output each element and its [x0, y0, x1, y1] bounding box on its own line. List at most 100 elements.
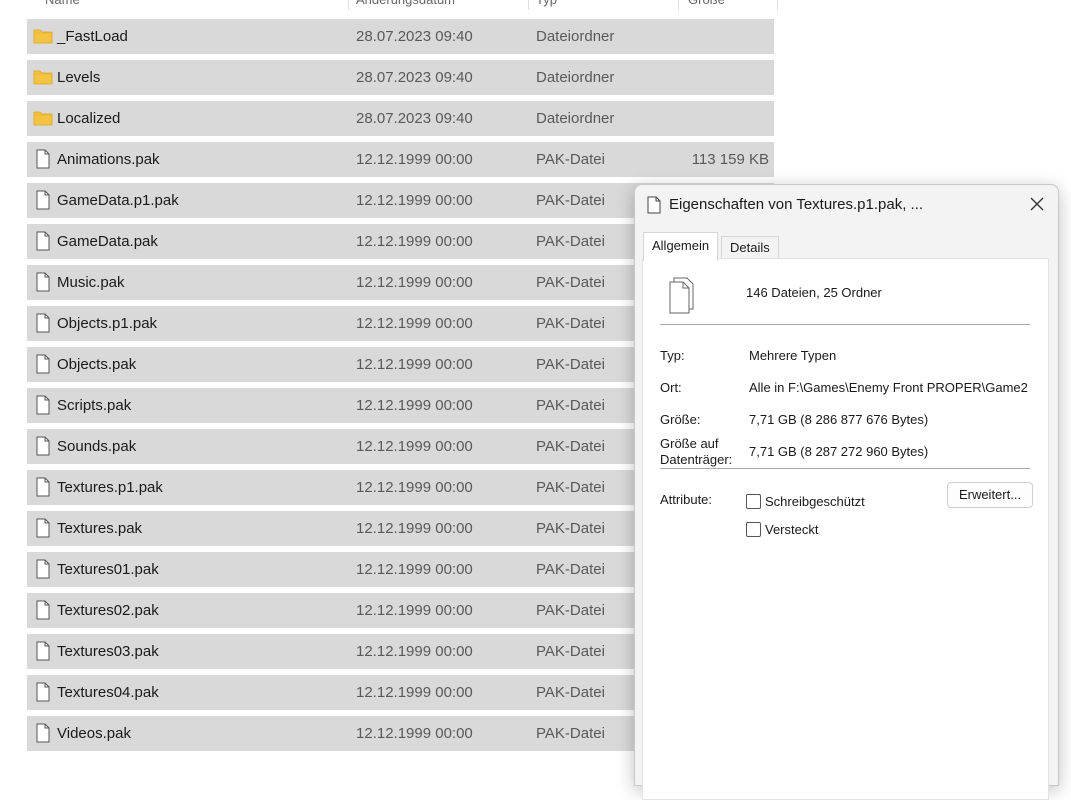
file-type: PAK-Datei [536, 479, 605, 496]
file-icon [33, 272, 53, 292]
hidden-checkbox[interactable]: Versteckt [746, 522, 818, 537]
file-type: PAK-Datei [536, 643, 605, 660]
file-name: Scripts.pak [57, 397, 132, 414]
file-icon [33, 682, 53, 702]
file-type: PAK-Datei [536, 315, 605, 332]
file-row[interactable]: Levels 28.07.2023 09:40 Dateiordner [27, 60, 774, 95]
file-date: 12.12.1999 00:00 [356, 561, 473, 578]
multiple-files-icon [665, 275, 699, 315]
file-type: PAK-Datei [536, 438, 605, 455]
file-name: Textures.pak [57, 520, 143, 537]
file-date: 12.12.1999 00:00 [356, 479, 473, 496]
column-name[interactable]: Name [45, 0, 80, 10]
attributes-label: Attribute: [660, 492, 713, 507]
file-date: 12.12.1999 00:00 [356, 397, 473, 414]
size-value: 7,71 GB (8 286 877 676 Bytes) [749, 412, 929, 427]
file-name: Animations.pak [57, 151, 160, 168]
file-icon [33, 313, 53, 333]
file-name: _FastLoad [57, 28, 128, 45]
close-icon[interactable] [1028, 195, 1046, 213]
file-date: 12.12.1999 00:00 [356, 438, 473, 455]
file-icon [33, 395, 53, 415]
file-name: Textures01.pak [57, 561, 159, 578]
file-type: PAK-Datei [536, 397, 605, 414]
disk-size-label-line1: Größe auf [660, 436, 719, 451]
file-date: 12.12.1999 00:00 [356, 684, 473, 701]
file-name: Textures04.pak [57, 684, 159, 701]
divider [660, 324, 1030, 325]
file-icon [33, 559, 53, 579]
file-date: 12.12.1999 00:00 [356, 520, 473, 537]
file-date: 12.12.1999 00:00 [356, 315, 473, 332]
file-icon [33, 641, 53, 661]
file-name: Videos.pak [57, 725, 131, 742]
file-date: 12.12.1999 00:00 [356, 233, 473, 250]
file-date: 12.12.1999 00:00 [356, 356, 473, 373]
file-date: 28.07.2023 09:40 [356, 28, 473, 45]
file-type: PAK-Datei [536, 725, 605, 742]
file-type: Dateiordner [536, 110, 615, 127]
file-date: 28.07.2023 09:40 [356, 110, 473, 127]
file-name: Music.pak [57, 274, 125, 291]
file-name: Objects.pak [57, 356, 137, 373]
file-name: Textures02.pak [57, 602, 159, 619]
file-type: PAK-Datei [536, 233, 605, 250]
hidden-label: Versteckt [765, 522, 819, 537]
file-icon [33, 518, 53, 538]
column-type[interactable]: Typ [536, 0, 557, 10]
file-row[interactable]: _FastLoad 28.07.2023 09:40 Dateiordner [27, 19, 774, 54]
general-panel: 146 Dateien, 25 Ordner Typ: Mehrere Type… [642, 258, 1049, 800]
dialog-title: Eigenschaften von Textures.p1.pak, ... [669, 196, 924, 213]
size-label: Größe: [660, 412, 701, 427]
properties-dialog: Eigenschaften von Textures.p1.pak, ... A… [634, 184, 1059, 800]
file-icon [33, 600, 53, 620]
file-type: PAK-Datei [536, 274, 605, 291]
file-icon [33, 354, 53, 374]
file-type: Dateiordner [536, 69, 615, 86]
location-label: Ort: [660, 380, 682, 395]
hidden-checkbox-box[interactable] [746, 522, 761, 537]
file-type: PAK-Datei [536, 602, 605, 619]
readonly-checkbox[interactable]: Schreibgeschützt [746, 494, 865, 509]
file-date: 12.12.1999 00:00 [356, 274, 473, 291]
file-size: 113 159 KB [691, 151, 769, 168]
tab-allgemein[interactable]: Allgemein [643, 232, 719, 261]
file-date: 12.12.1999 00:00 [356, 725, 473, 742]
file-icon [33, 231, 53, 251]
advanced-button[interactable]: Erweitert... [947, 482, 1033, 508]
file-type: PAK-Datei [536, 151, 605, 168]
folder-icon [33, 108, 53, 128]
file-name: Levels [57, 69, 101, 86]
selection-summary: 146 Dateien, 25 Ordner [746, 285, 882, 300]
file-date: 12.12.1999 00:00 [356, 602, 473, 619]
file-icon [33, 723, 53, 743]
file-icon [646, 196, 662, 214]
file-icon [33, 436, 53, 456]
file-icon [33, 190, 53, 210]
column-size[interactable]: Größe [688, 0, 725, 10]
file-date: 12.12.1999 00:00 [356, 192, 473, 209]
divider [660, 468, 1030, 469]
file-row[interactable]: Localized 28.07.2023 09:40 Dateiordner [27, 101, 774, 136]
disk-size-label-line2: Datenträger: [660, 452, 733, 467]
file-date: 12.12.1999 00:00 [356, 151, 473, 168]
file-date: 12.12.1999 00:00 [356, 643, 473, 660]
file-name: Localized [57, 110, 121, 127]
column-header: Name Änderungsdatum Typ Größe [0, 0, 780, 10]
file-type: PAK-Datei [536, 520, 605, 537]
file-type: PAK-Datei [536, 561, 605, 578]
column-date[interactable]: Änderungsdatum [356, 0, 455, 10]
file-type: PAK-Datei [536, 684, 605, 701]
readonly-checkbox-box[interactable] [746, 494, 761, 509]
type-value: Mehrere Typen [749, 348, 837, 363]
file-row[interactable]: Animations.pak 12.12.1999 00:00 PAK-Date… [27, 142, 774, 177]
file-icon [33, 477, 53, 497]
dialog-title-bar[interactable]: Eigenschaften von Textures.p1.pak, ... [635, 185, 1058, 225]
file-name: GameData.pak [57, 233, 158, 250]
file-type: PAK-Datei [536, 356, 605, 373]
readonly-label: Schreibgeschützt [765, 494, 865, 509]
folder-icon [33, 67, 53, 87]
file-name: Textures.p1.pak [57, 479, 163, 496]
file-type: PAK-Datei [536, 192, 605, 209]
folder-icon [33, 26, 53, 46]
